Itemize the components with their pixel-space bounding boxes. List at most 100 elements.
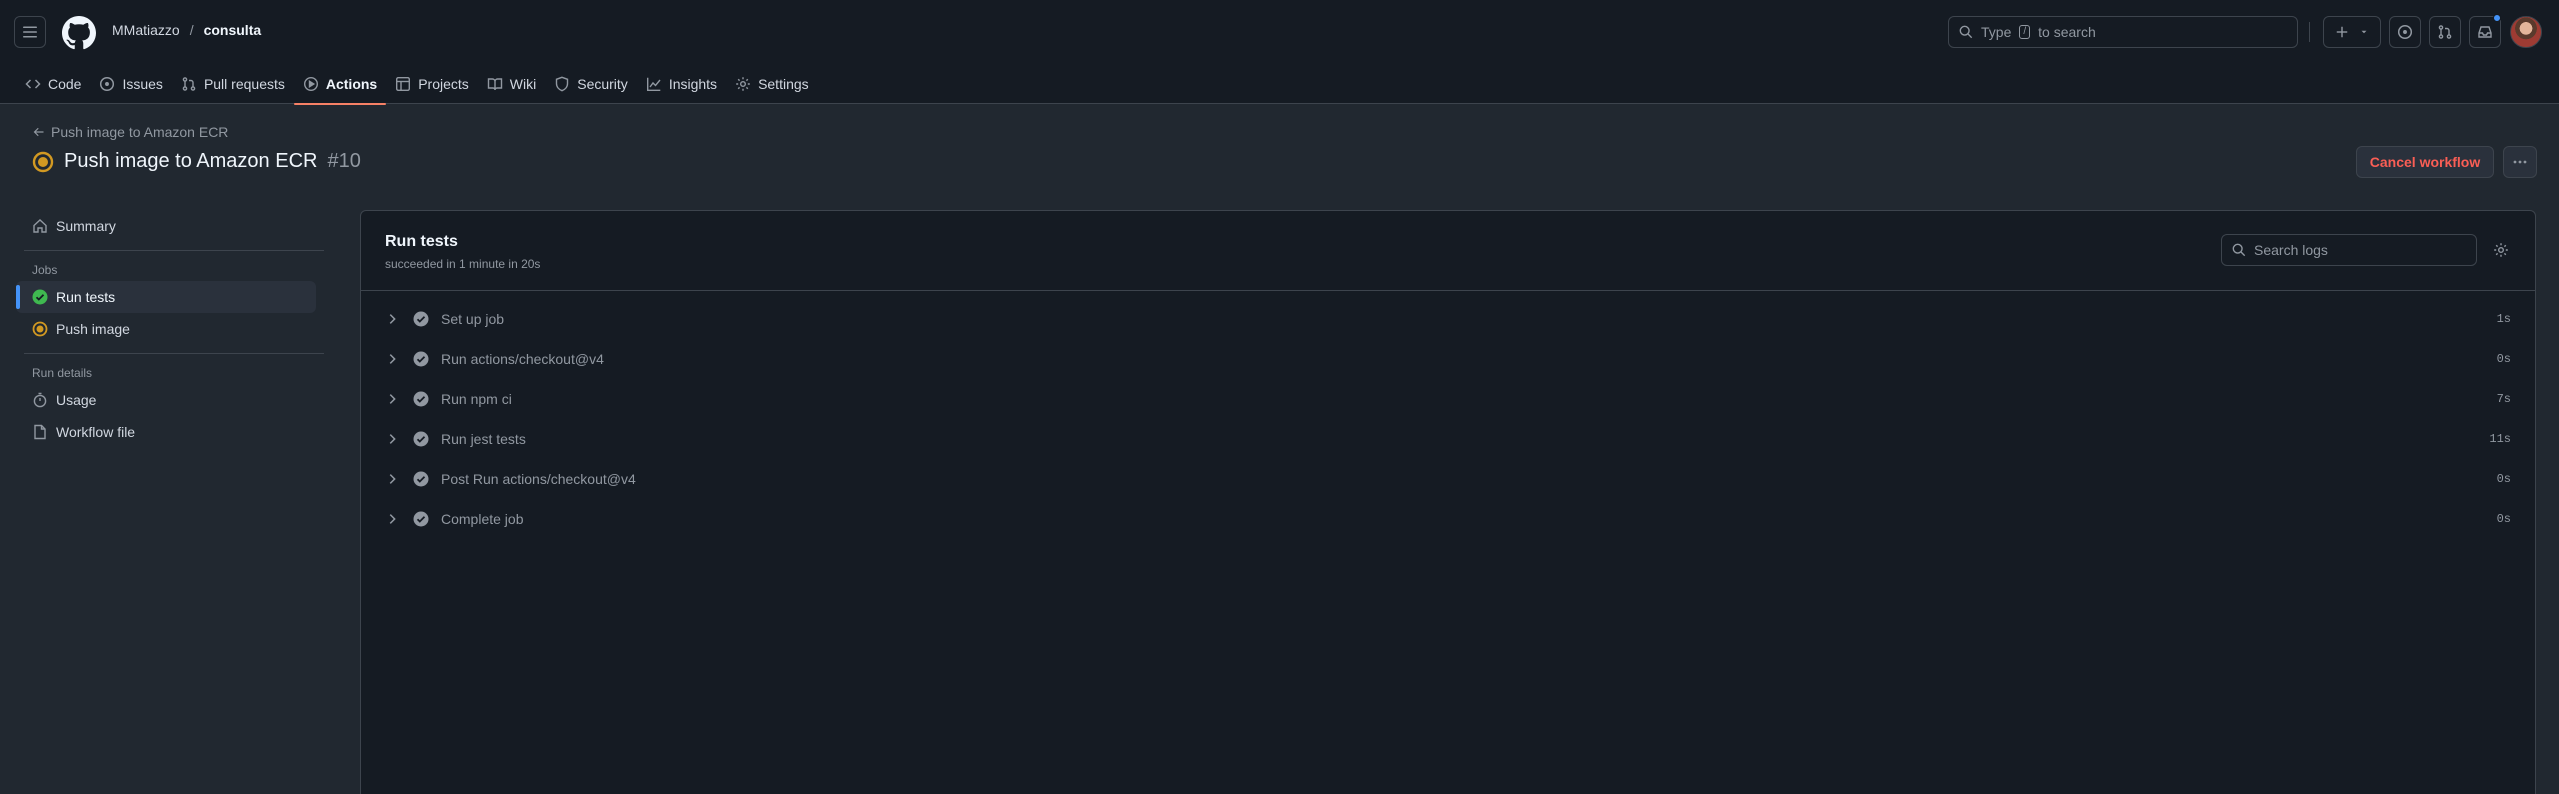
job-log-panel: Run tests succeeded in 1 minute in 20s S…	[360, 210, 2536, 794]
play-icon	[303, 76, 318, 92]
github-logo-icon[interactable]	[62, 16, 96, 50]
step-name: Run npm ci	[441, 391, 512, 407]
job-step-row[interactable]: Complete job 0s	[361, 499, 2535, 539]
check-circle-fill-icon	[32, 289, 48, 305]
kebab-horizontal-icon	[2513, 160, 2527, 164]
job-step-row[interactable]: Run actions/checkout@v4 0s	[361, 339, 2535, 379]
search-shortcut-key: /	[2019, 25, 2031, 39]
status-in-progress-icon	[32, 321, 48, 337]
hamburger-menu-button[interactable]	[14, 16, 46, 48]
check-circle-fill-icon	[413, 351, 429, 367]
create-new-button[interactable]	[2323, 16, 2381, 48]
tab-pull-requests[interactable]: Pull requests	[172, 64, 294, 104]
tab-issues[interactable]: Issues	[90, 64, 171, 104]
step-duration: 0s	[2496, 472, 2511, 486]
tab-label: Insights	[668, 76, 718, 92]
job-step-row[interactable]: Post Run actions/checkout@v4 0s	[361, 459, 2535, 499]
tab-label: Actions	[325, 76, 378, 92]
step-duration: 0s	[2496, 352, 2511, 366]
notification-indicator	[2493, 14, 2501, 22]
tab-code[interactable]: Code	[16, 64, 90, 104]
three-bars-icon	[23, 26, 37, 38]
chevron-right-icon	[389, 514, 396, 524]
sidebar-item-label: Run tests	[56, 289, 116, 305]
header-top-bar: MMatiazzo / consulta Type / to search	[0, 0, 2559, 64]
graph-icon	[646, 77, 661, 91]
chevron-right-icon	[389, 474, 396, 484]
tab-label: Issues	[122, 76, 163, 92]
run-title-text: Push image to Amazon ECR	[64, 150, 318, 172]
sidebar-item-label: Workflow file	[56, 424, 136, 440]
sidebar-divider	[24, 250, 324, 251]
log-settings-button[interactable]	[2489, 238, 2513, 262]
tab-wiki[interactable]: Wiki	[478, 64, 545, 104]
global-header: MMatiazzo / consulta Type / to search Co…	[0, 0, 2559, 105]
file-icon	[34, 424, 46, 440]
owner-link[interactable]: MMatiazzo	[112, 22, 180, 38]
search-logs-input[interactable]: Search logs	[2221, 234, 2477, 266]
sidebar-item-usage[interactable]: Usage	[16, 384, 316, 416]
job-step-row[interactable]: Set up job 1s	[361, 299, 2535, 339]
table-icon	[396, 77, 411, 92]
chevron-right-icon	[389, 354, 396, 364]
step-name: Run jest tests	[441, 431, 526, 447]
check-circle-fill-icon	[413, 391, 429, 407]
status-in-progress-icon	[32, 151, 54, 172]
inbox-icon	[2478, 26, 2492, 38]
tab-label: Pull requests	[203, 76, 285, 92]
run-details-heading: Run details	[32, 366, 93, 380]
step-duration: 0s	[2496, 512, 2511, 526]
check-circle-fill-icon	[413, 431, 429, 447]
sidebar-item-push-image[interactable]: Push image	[16, 313, 316, 345]
job-steps-list: Set up job 1s Run actions/checkout@v4 0s…	[361, 299, 2535, 539]
check-circle-fill-icon	[413, 311, 429, 327]
repo-nav-tabs: Code Issues Pull requests Actions Projec…	[16, 64, 818, 105]
job-step-row[interactable]: Run jest tests 11s	[361, 419, 2535, 459]
pull-requests-button[interactable]	[2429, 16, 2461, 48]
job-status-subtitle: succeeded in 1 minute in 20s	[385, 257, 541, 271]
repo-link[interactable]: consulta	[204, 22, 262, 38]
jobs-heading: Jobs	[32, 263, 58, 277]
chevron-right-icon	[389, 434, 396, 444]
search-prefix-text: Type	[1981, 24, 2012, 40]
back-to-workflow-link[interactable]: Push image to Amazon ECR	[33, 124, 228, 140]
sidebar-item-label: Push image	[56, 321, 130, 337]
sidebar-item-run-tests[interactable]: Run tests	[16, 281, 316, 313]
sidebar-item-summary[interactable]: Summary	[16, 210, 316, 242]
global-search-input[interactable]: Type / to search	[1948, 16, 2298, 48]
check-circle-fill-icon	[413, 511, 429, 527]
tab-settings[interactable]: Settings	[726, 64, 818, 104]
chevron-right-icon	[389, 394, 396, 404]
step-name: Set up job	[441, 311, 505, 327]
chevron-right-icon	[389, 314, 396, 324]
sidebar-item-workflow-file[interactable]: Workflow file	[16, 416, 316, 448]
cancel-workflow-button[interactable]: Cancel workflow	[2356, 146, 2494, 178]
search-logs-placeholder: Search logs	[2254, 242, 2328, 258]
gear-icon	[736, 77, 750, 91]
triangle-down-icon	[2361, 30, 2367, 34]
step-duration: 11s	[2489, 432, 2511, 446]
tab-label: Code	[48, 76, 82, 92]
tab-label: Security	[577, 76, 628, 92]
breadcrumb-separator: /	[189, 22, 194, 38]
job-title: Run tests	[385, 233, 458, 250]
tab-security[interactable]: Security	[545, 64, 637, 104]
job-step-row[interactable]: Run npm ci 7s	[361, 379, 2535, 419]
tab-insights[interactable]: Insights	[637, 64, 726, 104]
run-number: #10	[327, 150, 361, 172]
tab-label: Projects	[418, 76, 469, 92]
header-divider	[2309, 22, 2310, 42]
check-circle-fill-icon	[413, 471, 429, 487]
user-avatar[interactable]	[2510, 16, 2542, 48]
more-options-button[interactable]	[2503, 146, 2537, 178]
repo-breadcrumb: MMatiazzo / consulta	[112, 22, 261, 38]
issues-button[interactable]	[2389, 16, 2421, 48]
back-link-label: Push image to Amazon ECR	[51, 124, 229, 140]
tab-projects[interactable]: Projects	[386, 64, 478, 104]
tab-actions[interactable]: Actions	[293, 64, 387, 105]
step-duration: 7s	[2496, 392, 2511, 406]
step-name: Run actions/checkout@v4	[441, 351, 604, 367]
shield-icon	[556, 76, 569, 92]
search-icon	[1959, 25, 1973, 39]
book-icon	[487, 78, 502, 91]
